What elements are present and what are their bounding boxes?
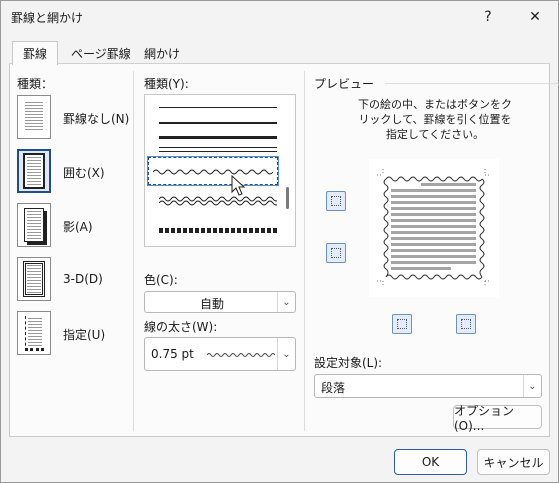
bottom-border-icon[interactable] [326,243,346,263]
cancel-button[interactable]: キャンセル [477,449,550,475]
setting-label: 種類： [17,77,54,91]
line-width-value: 0.75 pt [151,347,194,361]
preview-label: プレビュー [314,77,375,91]
dialog-title: 罫線と網かけ [11,11,84,25]
tab-shading[interactable]: 網かけ [134,41,190,65]
apply-to-label: 設定対象(L): [314,356,383,370]
color-value: 自動 [199,297,224,311]
shadow-border-icon[interactable] [17,203,51,247]
divider [133,71,134,431]
tab-page-border[interactable]: ページ罫線 [61,41,141,65]
title-bar: 罫線と網かけ ? ✕ [1,1,558,33]
line-style-selected[interactable] [147,156,279,186]
chevron-down-icon: ⌄ [523,375,541,397]
borders-and-shading-dialog: 罫線と網かけ ? ✕ 罫線 ページ罫線 網かけ 種類： 罫線なし(N) 囲む(X… [0,0,559,483]
preset-custom-label[interactable]: 指定(U) [63,326,105,343]
apply-to-dropdown[interactable]: 段落 ⌄ [314,374,542,398]
line-style-list[interactable] [144,94,296,247]
custom-border-icon[interactable] [17,311,51,355]
preview-instructions: 下の絵の中、またはボタンをクリックして、罫線を引く位置を指定してください。 [358,98,512,141]
wavy-line-icon [207,353,275,357]
box-border-icon[interactable] [17,149,51,193]
preview-page-icon [377,169,491,287]
help-button[interactable]: ? [465,1,511,32]
left-border-icon[interactable] [392,314,412,334]
scrollbar-thumb[interactable] [286,187,289,209]
tab-borders[interactable]: 罫線 [12,41,59,65]
preview-canvas[interactable] [369,159,499,297]
right-border-icon[interactable] [456,314,476,334]
apply-to-value: 段落 [321,381,346,395]
color-dropdown[interactable]: 自動 ⌄ [144,291,296,313]
divider [304,71,305,431]
preset-none-label[interactable]: 罫線なし(N) [63,110,129,127]
options-button[interactable]: オプション(O)... [453,404,542,433]
chevron-down-icon: ⌄ [277,338,295,370]
close-button[interactable]: ✕ [512,1,558,32]
line-style-medium[interactable] [159,122,277,124]
preset-shadow-label[interactable]: 影(A) [63,218,93,235]
line-style-dashed-thick[interactable] [159,228,277,233]
chevron-down-icon: ⌄ [277,292,295,312]
color-label: 色(C): [144,273,178,287]
style-label: 種類(Y): [144,77,189,91]
double-wavy-line-icon[interactable] [159,195,277,207]
top-border-icon[interactable] [326,191,346,211]
line-style-thick[interactable] [159,136,277,139]
ok-button[interactable]: OK [394,449,467,475]
no-border-icon[interactable] [17,95,51,139]
line-width-dropdown[interactable]: 0.75 pt ⌄ [144,337,296,371]
width-label: 線の太さ(W): [144,320,218,334]
wavy-line-icon [153,169,273,175]
preview-rule [385,83,559,95]
line-style-thin[interactable] [159,107,277,108]
preset-box-label[interactable]: 囲む(X) [63,164,105,181]
line-style-double[interactable] [159,147,277,152]
3d-border-icon[interactable] [17,257,51,301]
mouse-cursor-icon [231,175,246,196]
preset-3d-label[interactable]: 3-D(D) [63,272,103,286]
